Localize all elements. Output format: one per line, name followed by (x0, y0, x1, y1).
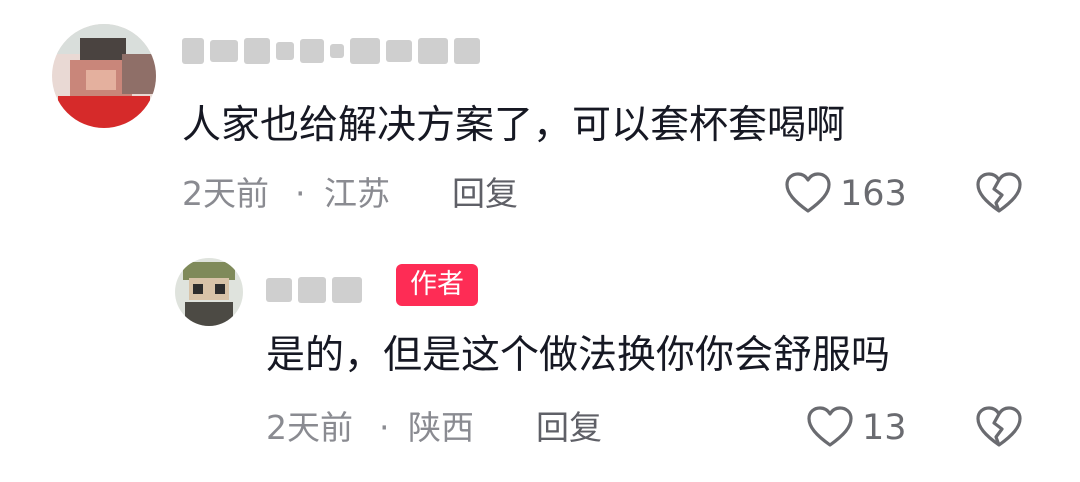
meta-separator: · (379, 408, 390, 447)
comment-thread: 人家也给解决方案了，可以套杯套喝啊 2天前 · 江苏 回复 163 作者 是的，… (0, 0, 1080, 482)
author-avatar[interactable] (175, 258, 243, 326)
author-badge: 作者 (396, 264, 478, 306)
broken-heart-icon[interactable] (975, 405, 1023, 449)
heart-outline-icon[interactable] (784, 171, 832, 215)
reply-location: 陕西 (408, 408, 474, 447)
reply-button[interactable]: 回复 (536, 406, 602, 450)
like-count: 163 (840, 174, 907, 214)
commenter-username-blurred[interactable] (182, 36, 480, 66)
comment-location: 江苏 (324, 174, 390, 213)
comment-time: 2天前 (182, 174, 269, 213)
reply-text: 是的，但是这个做法换你你会舒服吗 (266, 333, 891, 378)
meta-separator: · (295, 174, 306, 213)
like-count: 13 (862, 408, 907, 448)
comment-text: 人家也给解决方案了，可以套杯套喝啊 (182, 103, 846, 148)
heart-outline-icon[interactable] (806, 405, 854, 449)
author-username-blurred[interactable] (266, 275, 362, 305)
reply-time: 2天前 (266, 408, 353, 447)
commenter-avatar[interactable] (52, 24, 156, 128)
broken-heart-icon[interactable] (975, 171, 1023, 215)
reply-button[interactable]: 回复 (452, 172, 518, 216)
